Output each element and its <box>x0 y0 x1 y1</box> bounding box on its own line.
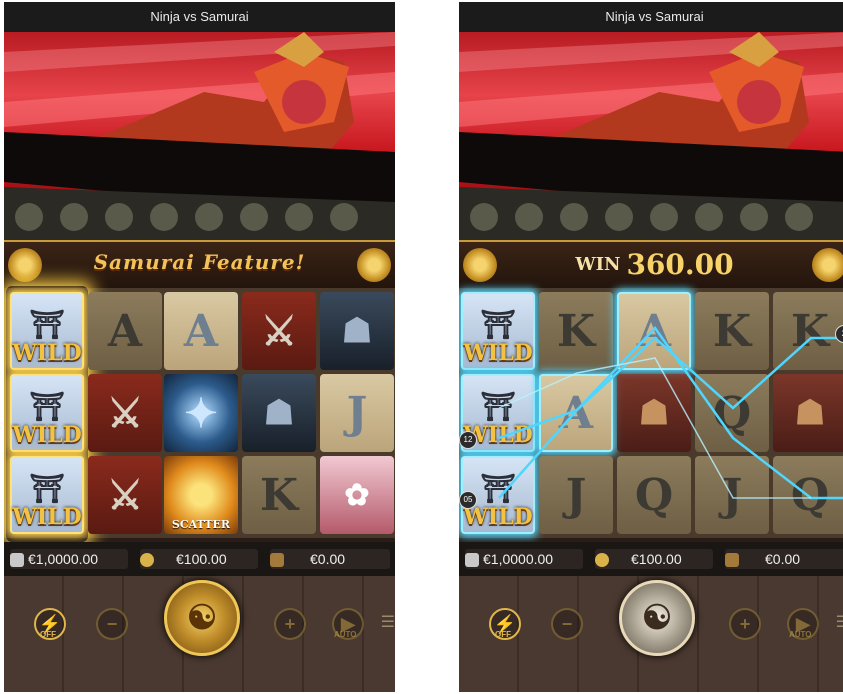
pagoda-icon: ⛩ <box>29 308 65 341</box>
control-panel: ⚡ OFF − ☯ + ▶ AUTO ☰ <box>459 576 843 692</box>
win-display: €0.00 <box>270 549 390 569</box>
mon-crest-icon <box>8 248 42 282</box>
ninja-icon: ☗ <box>320 292 394 370</box>
wallet-icon <box>10 553 24 568</box>
menu-icon[interactable]: ☰ <box>381 612 395 632</box>
sakura-icon: ✿ <box>320 456 394 534</box>
scatter-symbol: SCATTER <box>164 456 238 534</box>
feature-bar: Samurai Feature! <box>4 240 395 292</box>
spin-tomoe-icon: ☯ <box>186 599 218 637</box>
samurai-banner <box>459 32 843 242</box>
pagoda-icon: ⛩ <box>29 472 65 505</box>
crossed-swords-icon: ⚔ <box>88 374 162 452</box>
pagoda-icon: ⛩ <box>29 390 65 423</box>
balance-display: €1,0000.00 <box>10 549 128 569</box>
game-screen-right: Ninja vs Samurai WIN 360.00 ⛩ WILD ⛩ WIL… <box>459 2 843 692</box>
reel-grid: ⛩ WILD ⛩ WILD ⛩ WILD K A J A ☗ Q K Q J K… <box>459 288 843 538</box>
win-icon <box>270 553 284 568</box>
win-icon <box>725 553 739 568</box>
payline-number-badge: 12 <box>459 431 477 449</box>
win-bar: WIN 360.00 <box>459 240 843 292</box>
ninja-icon: ☗ <box>242 374 316 452</box>
symbol-a: A <box>88 292 162 370</box>
mon-crest-icon <box>463 248 497 282</box>
game-screen-left: Ninja vs Samurai Samurai Feature! ⛩ WILD… <box>4 2 395 692</box>
feature-banner-text: Samurai Feature! <box>93 250 306 274</box>
samurai-banner <box>4 32 395 242</box>
control-panel: ⚡ OFF − ☯ + ▶ AUTO ☰ <box>4 576 395 692</box>
shuriken-spiral-icon: ✦ <box>164 374 238 452</box>
decrease-bet-button[interactable]: − <box>551 608 583 640</box>
bet-display[interactable]: €100.00 <box>140 549 258 569</box>
payline-number-badge: 05 <box>459 491 477 509</box>
coins-icon <box>595 553 609 568</box>
crossed-swords-icon: ⚔ <box>242 292 316 370</box>
game-title: Ninja vs Samurai <box>4 2 395 32</box>
reel-grid: ⛩ WILD ⛩ WILD ⛩ WILD A ⚔ ⚔ A ✦ SCATTER ⚔… <box>4 288 395 538</box>
increase-bet-button[interactable]: + <box>274 608 306 640</box>
game-title: Ninja vs Samurai <box>459 2 843 32</box>
symbol-k: K <box>242 456 316 534</box>
crossed-swords-icon: ⚔ <box>88 456 162 534</box>
balance-display: €1,0000.00 <box>465 549 583 569</box>
wild-symbol: ⛩ WILD <box>10 292 84 370</box>
menu-icon[interactable]: ☰ <box>836 612 843 632</box>
info-bar: €1,0000.00 €100.00 €0.00 <box>4 542 395 576</box>
info-bar: €1,0000.00 €100.00 €0.00 <box>459 542 843 576</box>
wild-symbol: ⛩ WILD <box>10 456 84 534</box>
wallet-icon <box>465 553 479 568</box>
payline <box>498 336 843 499</box>
wild-symbol: ⛩ WILD <box>10 374 84 452</box>
symbol-j: J <box>320 374 394 452</box>
samurai-illustration <box>4 32 395 242</box>
payline-overlay <box>498 326 843 500</box>
mon-crest-icon <box>812 248 843 282</box>
spin-button[interactable]: ☯ <box>164 580 240 656</box>
samurai-illustration <box>459 32 843 242</box>
mon-crest-icon <box>357 248 391 282</box>
win-amount-display: WIN 360.00 <box>575 248 734 281</box>
bet-display[interactable]: €100.00 <box>595 549 713 569</box>
spin-button[interactable]: ☯ <box>619 580 695 656</box>
symbol-a: A <box>164 292 238 370</box>
decrease-bet-button[interactable]: − <box>96 608 128 640</box>
win-display: €0.00 <box>725 549 843 569</box>
spin-tomoe-icon: ☯ <box>641 599 673 637</box>
increase-bet-button[interactable]: + <box>729 608 761 640</box>
coins-icon <box>140 553 154 568</box>
